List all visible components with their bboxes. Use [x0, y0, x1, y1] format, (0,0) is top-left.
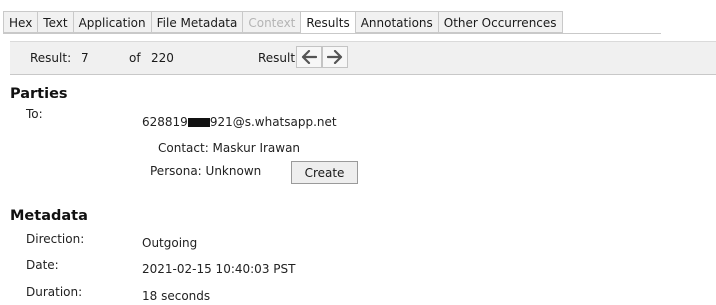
result-label: Result: [30, 51, 72, 65]
tab-other-occurrences[interactable]: Other Occurrences [438, 11, 563, 33]
to-address-suffix: 921@s.whatsapp.net [209, 115, 337, 129]
contact-text: Contact: Maskur Irawan [158, 141, 301, 155]
tab-file-metadata[interactable]: File Metadata [151, 11, 244, 33]
parties-heading: Parties [10, 86, 68, 102]
date-value: 2021-02-15 10:40:03 PST [142, 262, 296, 276]
persona-text: Persona: Unknown [150, 164, 262, 178]
tab-context: Context [243, 11, 302, 33]
arrow-left-icon [301, 50, 317, 64]
duration-label: Duration: [26, 285, 83, 299]
result-navigation-bar: Result: 7 of 220 Result [10, 41, 716, 75]
create-persona-button[interactable]: Create [291, 161, 358, 184]
to-address-prefix: 628819 [142, 115, 188, 129]
tab-hex[interactable]: Hex [4, 11, 39, 33]
tab-text[interactable]: Text [38, 11, 74, 33]
duration-value: 18 seconds [142, 289, 211, 303]
next-result-button[interactable] [322, 46, 348, 68]
direction-value: Outgoing [142, 236, 198, 250]
result-index: 7 [81, 51, 89, 65]
tab-annotations[interactable]: Annotations [355, 11, 439, 33]
direction-label: Direction: [26, 232, 85, 246]
date-label: Date: [26, 258, 59, 272]
arrow-right-icon [327, 50, 343, 64]
to-address: 628819 921@s.whatsapp.net [142, 115, 337, 129]
tab-results[interactable]: Results [301, 11, 356, 34]
to-label: To: [26, 107, 43, 121]
result-nav-label: Result [258, 51, 296, 65]
previous-result-button[interactable] [296, 46, 322, 68]
metadata-heading: Metadata [10, 208, 88, 224]
of-label: of [129, 51, 141, 65]
tab-application[interactable]: Application [73, 11, 152, 33]
viewer-tab-bar: Hex Text Application File Metadata Conte… [0, 0, 716, 40]
tab-divider [3, 33, 661, 34]
tab-strip: Hex Text Application File Metadata Conte… [3, 11, 563, 34]
result-total: 220 [151, 51, 174, 65]
redaction-bar [187, 118, 210, 127]
